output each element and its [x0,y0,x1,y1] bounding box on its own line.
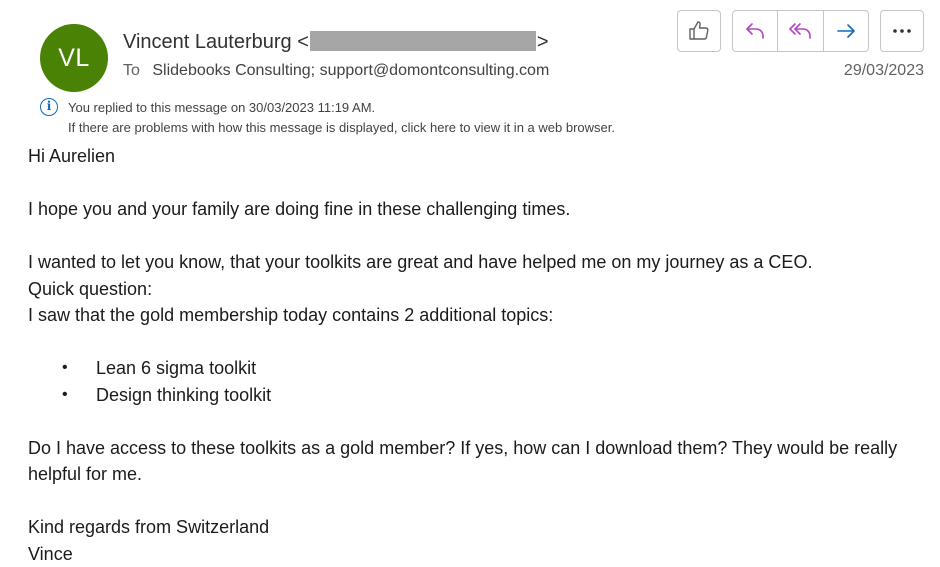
bullet-icon: • [62,385,68,403]
paragraph-5: Do I have access to these toolkits as a … [28,437,898,485]
replied-notice: You replied to this message on 30/03/202… [68,100,376,115]
paragraph-3: Quick question: [28,278,153,299]
message-body: Hi Aurelien I hope you and your family a… [28,143,928,567]
email-open-bracket: < [297,31,309,53]
view-in-browser-link[interactable]: If there are problems with how this mess… [68,120,615,135]
info-icon: i [40,98,58,116]
paragraph-1: I hope you and your family are doing fin… [28,199,571,219]
recipients[interactable]: Slidebooks Consulting; support@domontcon… [152,62,549,79]
reply-button[interactable] [733,11,779,51]
list-item: • Lean 6 sigma toolkit [28,355,928,382]
to-label: To [123,62,140,79]
closing: Kind regards from Switzerland [28,517,270,537]
reply-icon [746,23,764,39]
greeting: Hi Aurelien [28,146,116,166]
list-item-text: Design thinking toolkit [96,384,272,405]
avatar-initials: VL [58,43,90,72]
forward-icon [837,24,855,38]
sender-line: Vincent Lauterburg < > [123,31,549,54]
redacted-email [309,31,536,51]
sender-avatar[interactable]: VL [40,24,108,92]
sender-name[interactable]: Vincent Lauterburg [123,31,292,53]
forward-button[interactable] [824,11,868,51]
more-actions-button[interactable] [880,10,924,52]
list-item-text: Lean 6 sigma toolkit [96,358,257,378]
bullet-icon: • [62,359,68,376]
paragraph-4: I saw that the gold membership today con… [28,305,554,325]
sent-date: 29/03/2023 [843,62,924,79]
topics-list: • Lean 6 sigma toolkit • Design thinking t… [28,355,928,408]
email-close-bracket: > [536,31,549,53]
reply-all-button[interactable] [778,11,824,51]
like-button[interactable] [677,10,721,52]
reply-all-icon [789,23,812,39]
list-item: • Design thinking toolkit [28,382,928,409]
recipients-line: To Slidebooks Consulting; support@domont… [123,62,549,80]
signature: Vince [28,543,73,564]
reply-actions [732,10,869,52]
thumbs-up-icon [689,21,709,40]
more-icon [893,29,911,33]
paragraph-2: I wanted to let you know, that your tool… [28,252,813,272]
